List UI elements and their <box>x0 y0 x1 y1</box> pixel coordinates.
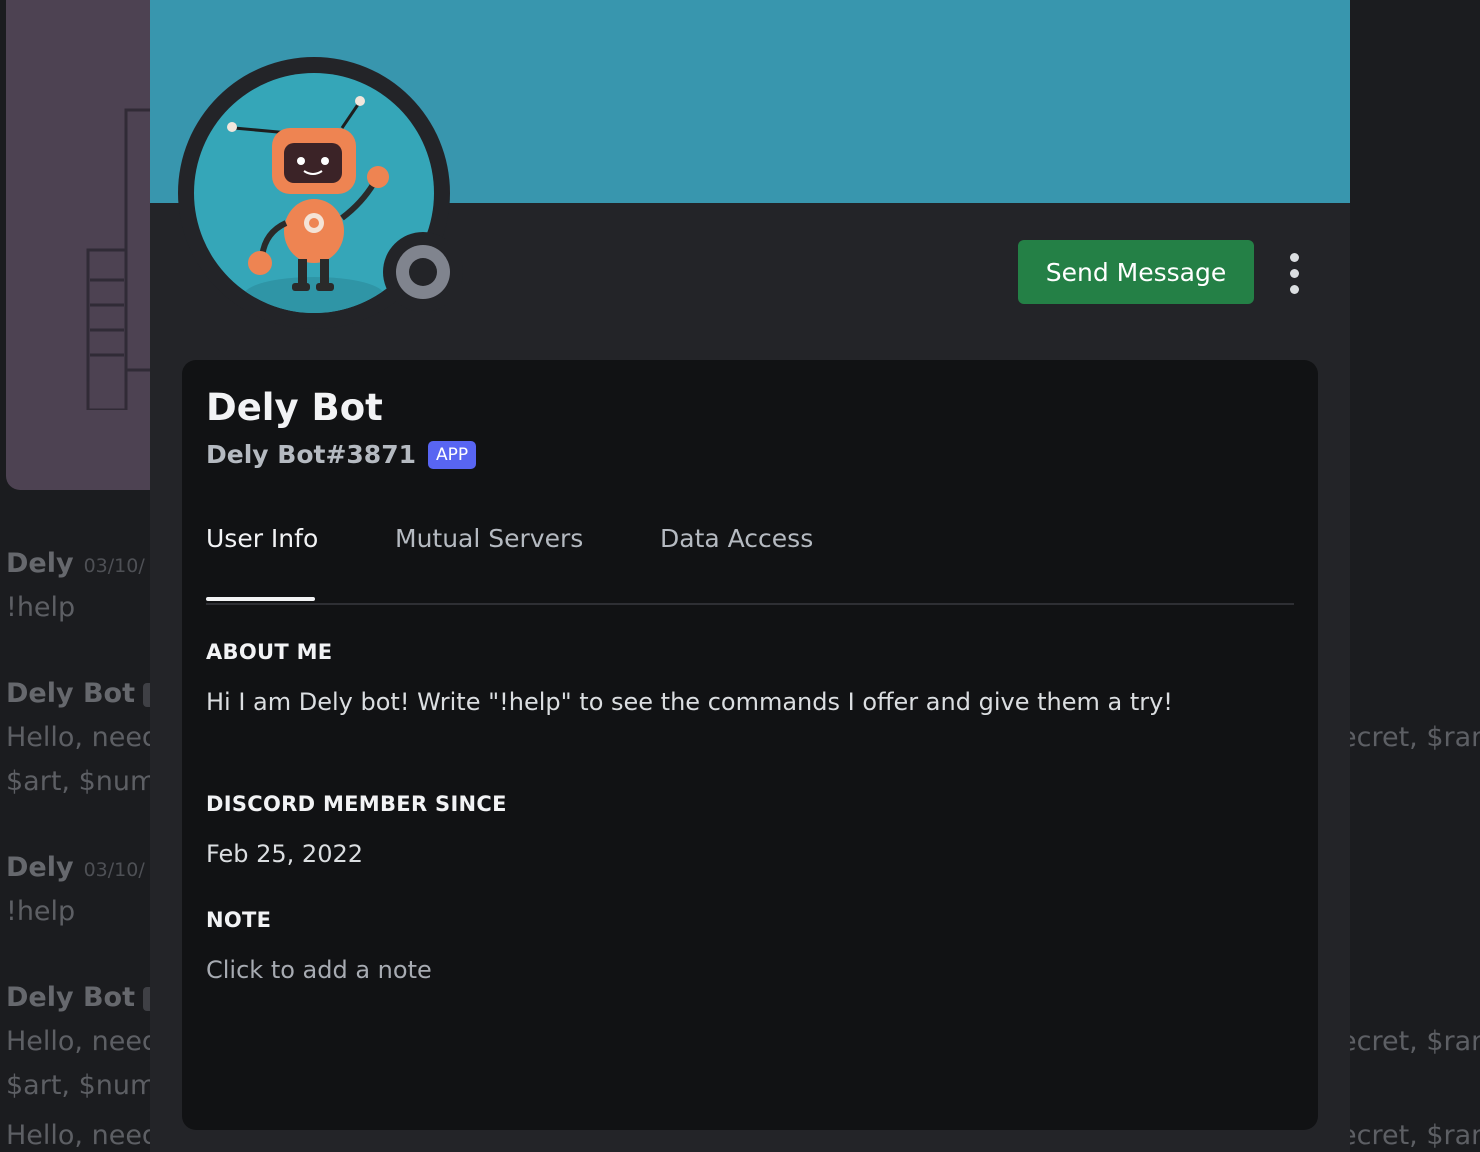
user-profile-modal: Send Message Dely Bot Dely Bot#3871 APP … <box>150 0 1350 1152</box>
offline-status-icon <box>383 232 463 312</box>
chat-author: Dely Bot <box>6 678 164 709</box>
chat-message-text: ecret, $ran <box>1340 722 1480 753</box>
chat-message-text: $art, $num <box>6 1070 157 1101</box>
chat-author: Dely 03/10/ <box>6 852 145 883</box>
profile-tabs: User Info Mutual Servers Data Access <box>206 520 1294 605</box>
chat-message-text: Hello, need <box>6 722 160 753</box>
username: Dely Bot#3871 <box>206 440 416 469</box>
chat-message-text: Hello, need <box>6 1120 160 1151</box>
note-heading: NOTE <box>206 908 272 932</box>
tab-user-info[interactable]: User Info <box>206 524 318 553</box>
profile-info-card: Dely Bot Dely Bot#3871 APP User Info Mut… <box>182 360 1318 1130</box>
display-name: Dely Bot <box>206 386 383 429</box>
chat-message-text: Hello, need <box>6 1026 160 1057</box>
chat-author: Dely 03/10/ <box>6 548 145 579</box>
chat-message-text: !help <box>6 592 76 623</box>
about-me-text: Hi I am Dely bot! Write "!help" to see t… <box>206 688 1173 716</box>
tab-data-access[interactable]: Data Access <box>660 524 813 553</box>
username-row: Dely Bot#3871 APP <box>206 440 477 469</box>
send-message-button[interactable]: Send Message <box>1018 240 1254 304</box>
chat-message-text: ecret, $ran <box>1340 1120 1480 1151</box>
chat-message-text: $art, $num <box>6 766 157 797</box>
active-tab-indicator <box>206 597 315 601</box>
avatar-frame <box>178 57 463 329</box>
tab-mutual-servers[interactable]: Mutual Servers <box>395 524 583 553</box>
chat-message-text: ecret, $ran <box>1340 1026 1480 1057</box>
about-me-heading: ABOUT ME <box>206 640 333 664</box>
note-input[interactable]: Click to add a note <box>206 956 432 984</box>
app-badge: APP <box>428 440 477 469</box>
chat-author: Dely Bot <box>6 982 164 1013</box>
member-since-heading: DISCORD MEMBER SINCE <box>206 792 507 816</box>
more-vertical-icon[interactable] <box>1274 248 1314 298</box>
member-since-date: Feb 25, 2022 <box>206 840 363 868</box>
chat-message-text: !help <box>6 896 76 927</box>
